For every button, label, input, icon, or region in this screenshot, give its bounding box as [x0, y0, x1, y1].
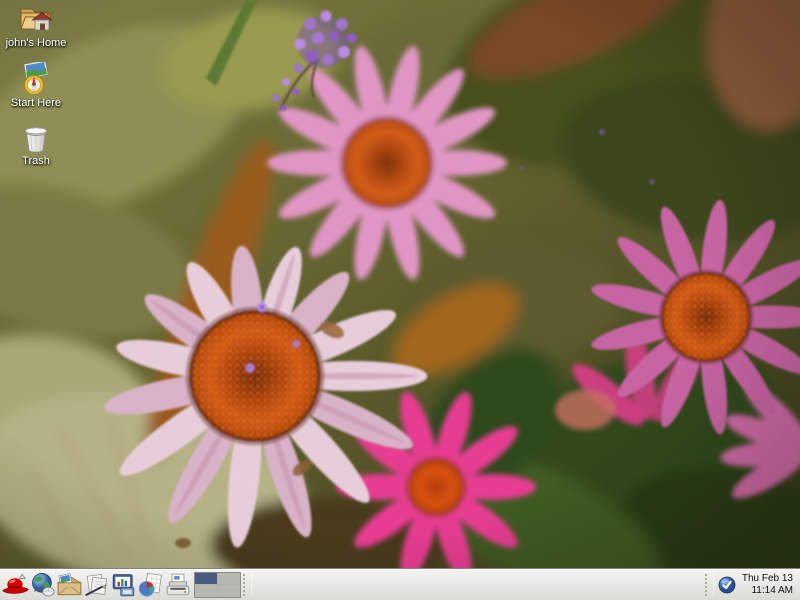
- panel-grip-handle[interactable]: [243, 574, 252, 596]
- pie-chart-document-icon: [137, 572, 164, 598]
- printer-icon: [165, 572, 191, 598]
- desktop-icon-label: john's Home: [6, 37, 67, 49]
- start-here-icon: [18, 62, 54, 96]
- clock-applet[interactable]: Thu Feb 13 11:14 AM: [742, 573, 793, 597]
- slide-chart-icon: [110, 572, 137, 598]
- update-notifier-button[interactable]: [716, 570, 738, 600]
- documents-pen-icon: [83, 572, 110, 598]
- trash-icon: [18, 122, 54, 154]
- wallpaper-image: [0, 0, 800, 568]
- clock-time: 11:14 AM: [742, 585, 793, 597]
- workspace-1[interactable]: [195, 573, 217, 585]
- workspace-3[interactable]: [195, 585, 217, 597]
- desktop-screen: john's Home Start Here: [0, 0, 800, 600]
- desktop-icon-johns-home[interactable]: john's Home: [1, 2, 71, 62]
- workspace-switcher[interactable]: [194, 572, 241, 598]
- spreadsheet-launcher[interactable]: [137, 570, 164, 600]
- envelope-photo-icon: [56, 572, 83, 598]
- home-folder-icon: [18, 2, 54, 36]
- email-launcher[interactable]: [56, 570, 83, 600]
- printer-launcher[interactable]: [164, 570, 191, 600]
- panel-grip-handle[interactable]: [705, 574, 714, 596]
- clock-date: Thu Feb 13: [742, 573, 793, 585]
- desktop-icon-trash[interactable]: Trash: [1, 122, 71, 167]
- presentation-launcher[interactable]: [110, 570, 137, 600]
- workspace-4[interactable]: [218, 585, 240, 597]
- red-hat-icon: [2, 572, 29, 598]
- desktop-icon-label: Start Here: [11, 97, 61, 109]
- desktop-icon-column: john's Home Start Here: [0, 2, 72, 167]
- taskbar-panel: Thu Feb 13 11:14 AM: [0, 568, 800, 600]
- update-check-icon: [718, 576, 736, 594]
- workspace-2[interactable]: [218, 573, 240, 585]
- globe-mouse-icon: [30, 572, 56, 598]
- web-browser-launcher[interactable]: [29, 570, 56, 600]
- word-processor-launcher[interactable]: [83, 570, 110, 600]
- desktop-icon-start-here[interactable]: Start Here: [1, 62, 71, 122]
- main-menu-button[interactable]: [2, 570, 29, 600]
- desktop-icon-label: Trash: [22, 155, 50, 167]
